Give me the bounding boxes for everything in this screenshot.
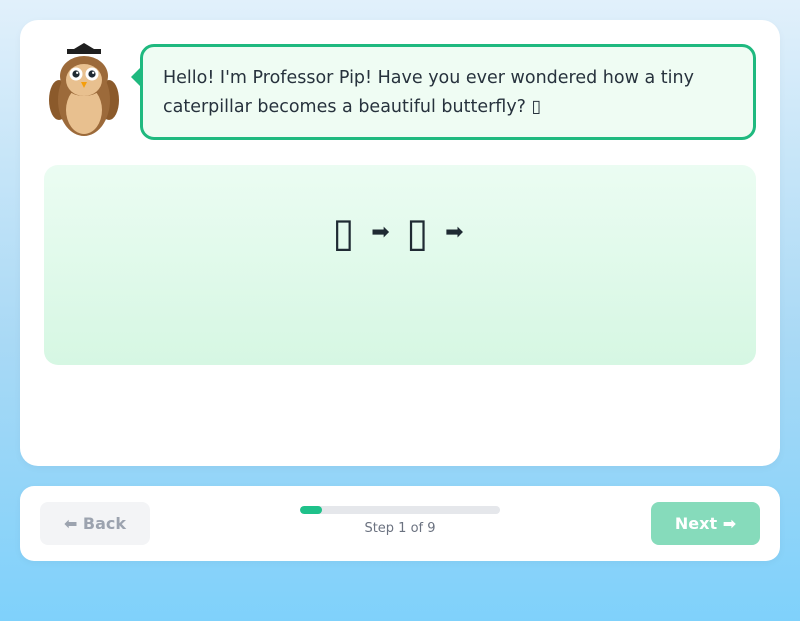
progress-track xyxy=(300,506,500,514)
speech-bubble-tail xyxy=(131,67,141,87)
speech-bubble: Hello! I'm Professor Pip! Have you ever … xyxy=(131,44,756,140)
navigation-bar: ⬅ Back Step 1 of 9 Next ➡ xyxy=(20,486,780,561)
lifecycle-sequence: ▯ ➡ ▯ ➡ xyxy=(44,201,756,263)
stage-placeholder-icon: ▯ xyxy=(406,210,429,256)
progress-fill xyxy=(300,506,323,514)
arrow-right-icon: ➡ xyxy=(371,220,390,245)
lesson-card: Hello! I'm Professor Pip! Have you ever … xyxy=(20,20,780,466)
stage-placeholder-icon: ▯ xyxy=(332,210,355,256)
step-label: Step 1 of 9 xyxy=(364,521,436,536)
speech-text: Hello! I'm Professor Pip! Have you ever … xyxy=(163,68,694,117)
illustration-panel: ▯ ➡ ▯ ➡ xyxy=(44,165,756,365)
back-button[interactable]: ⬅ Back xyxy=(40,502,150,545)
owl-professor-icon xyxy=(49,43,119,136)
next-button[interactable]: Next ➡ xyxy=(651,502,760,545)
progress-indicator: Step 1 of 9 xyxy=(300,506,500,536)
arrow-right-icon: ➡ xyxy=(445,220,464,245)
